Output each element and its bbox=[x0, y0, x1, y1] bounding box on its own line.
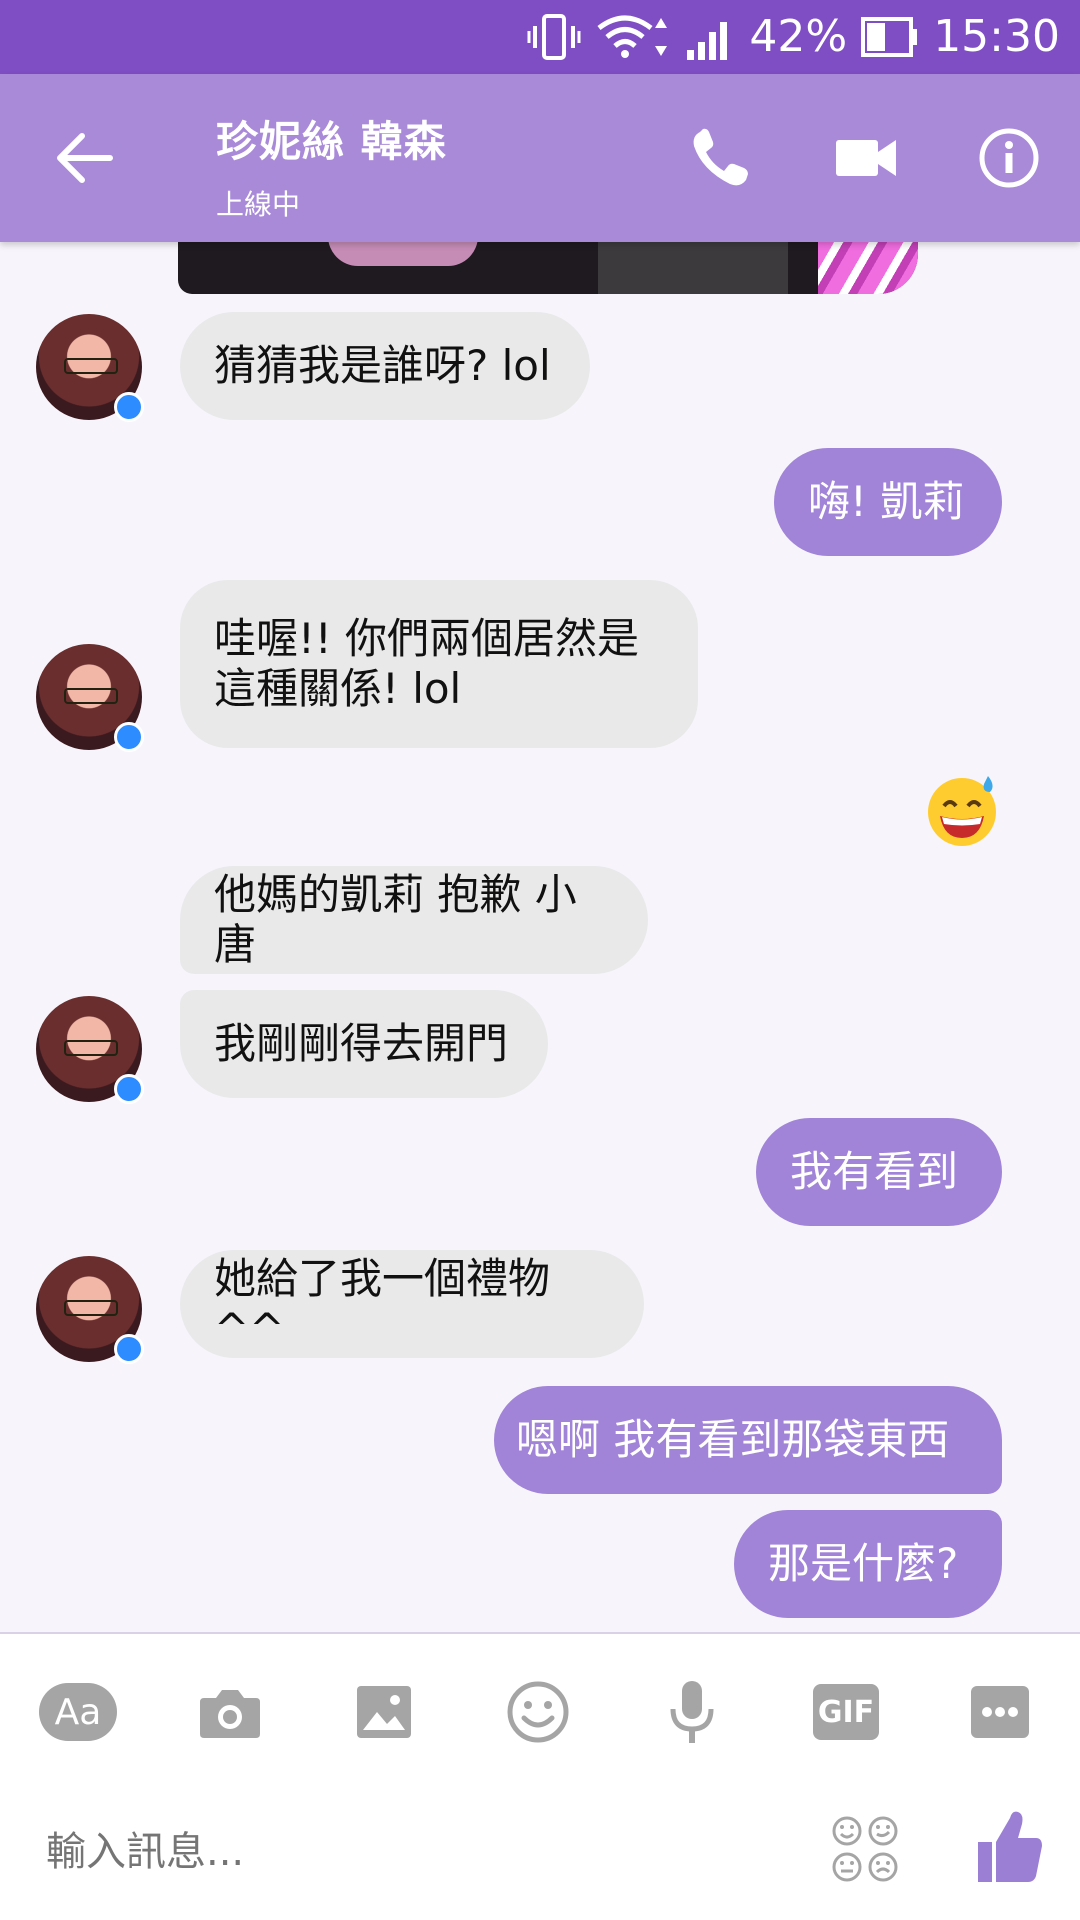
message-text-line: 這種關係! lol bbox=[214, 664, 462, 713]
message-text: 她給了我一個禮物^^ bbox=[214, 1254, 551, 1353]
message-text: 我有看到 bbox=[790, 1147, 959, 1196]
back-button[interactable] bbox=[50, 126, 120, 190]
image-icon bbox=[357, 1686, 411, 1738]
avatar[interactable] bbox=[36, 314, 144, 422]
emoji-button[interactable] bbox=[498, 1672, 578, 1752]
aa-label: Aa bbox=[39, 1683, 117, 1741]
gallery-button[interactable] bbox=[344, 1672, 424, 1752]
sweat-smile-emoji-icon[interactable] bbox=[924, 772, 1000, 848]
voice-button[interactable] bbox=[652, 1672, 732, 1752]
message-bubble[interactable]: 猜猜我是誰呀? lol bbox=[180, 312, 590, 420]
more-button[interactable] bbox=[960, 1672, 1040, 1752]
gif-button[interactable]: GIF bbox=[806, 1672, 886, 1752]
message-text: 嗨! 凱莉 bbox=[808, 477, 965, 526]
message-bubble[interactable]: 她給了我一個禮物^^ bbox=[180, 1250, 644, 1358]
message-bubble[interactable]: 我有看到 bbox=[756, 1118, 1002, 1226]
info-icon bbox=[979, 128, 1039, 188]
messenger-badge-icon bbox=[114, 722, 144, 752]
video-call-button[interactable] bbox=[832, 126, 902, 190]
wifi-icon bbox=[595, 12, 671, 62]
gif-label: GIF bbox=[813, 1684, 879, 1740]
signal-icon bbox=[685, 12, 735, 62]
message-bubble[interactable]: 嗨! 凱莉 bbox=[774, 448, 1002, 556]
camera-button[interactable] bbox=[190, 1672, 270, 1752]
messenger-badge-icon bbox=[114, 1334, 144, 1364]
avatar[interactable] bbox=[36, 996, 144, 1104]
back-arrow-icon bbox=[57, 133, 113, 183]
more-icon bbox=[971, 1686, 1029, 1738]
phone-icon bbox=[693, 128, 748, 186]
message-text-line: 哇喔!! 你們兩個居然是 bbox=[214, 614, 640, 663]
composer-toolbar: Aa GIF bbox=[0, 1634, 1080, 1920]
avatar[interactable] bbox=[36, 644, 144, 752]
contact-name: 珍妮絲 韓森 bbox=[216, 117, 447, 166]
message-text: 我剛剛得去開門 bbox=[214, 1019, 509, 1068]
message-text: 嗯啊 我有看到那袋東西 bbox=[516, 1415, 950, 1464]
info-button[interactable] bbox=[974, 126, 1044, 190]
emoji-icon bbox=[507, 1681, 569, 1743]
clock: 15:30 bbox=[933, 11, 1060, 62]
message-bubble[interactable]: 那是什麼? bbox=[734, 1510, 1002, 1618]
camera-icon bbox=[200, 1690, 260, 1738]
message-input[interactable] bbox=[46, 1812, 606, 1892]
messenger-badge-icon bbox=[114, 1074, 144, 1104]
message-text: 猜猜我是誰呀? lol bbox=[214, 341, 551, 390]
battery-icon bbox=[861, 15, 919, 59]
message-bubble[interactable]: 哇喔!! 你們兩個居然是 這種關係! lol bbox=[180, 580, 698, 748]
like-button[interactable] bbox=[974, 1806, 1044, 1886]
microphone-icon bbox=[670, 1681, 714, 1743]
message-text: 他媽的凱莉 抱歉 小唐 bbox=[214, 870, 577, 969]
message-bubble[interactable]: 他媽的凱莉 抱歉 小唐 bbox=[180, 866, 648, 974]
message-bubble[interactable]: 我剛剛得去開門 bbox=[180, 990, 548, 1098]
messenger-badge-icon bbox=[114, 392, 144, 422]
shared-image[interactable] bbox=[178, 242, 918, 294]
vibrate-icon bbox=[527, 12, 581, 62]
stickers-button[interactable] bbox=[830, 1814, 900, 1884]
message-list[interactable]: 猜猜我是誰呀? lol 嗨! 凱莉 哇喔!! 你們兩個居然是 這種關係! lol… bbox=[0, 242, 1080, 1632]
chat-header: 珍妮絲 韓森 上線中 bbox=[0, 74, 1080, 242]
message-text: 那是什麼? bbox=[768, 1539, 959, 1588]
stickers-icon bbox=[832, 1816, 898, 1882]
call-button[interactable] bbox=[686, 126, 756, 190]
battery-percent: 42% bbox=[749, 11, 848, 62]
text-format-button[interactable]: Aa bbox=[38, 1672, 118, 1752]
avatar[interactable] bbox=[36, 1256, 144, 1364]
message-bubble[interactable]: 嗯啊 我有看到那袋東西 bbox=[494, 1386, 1002, 1494]
contact-info[interactable]: 珍妮絲 韓森 上線中 bbox=[216, 108, 447, 223]
status-bar: 42% 15:30 bbox=[0, 0, 1080, 74]
contact-status: 上線中 bbox=[216, 188, 301, 221]
video-camera-icon bbox=[836, 140, 896, 176]
thumbs-up-icon bbox=[978, 1811, 1042, 1882]
